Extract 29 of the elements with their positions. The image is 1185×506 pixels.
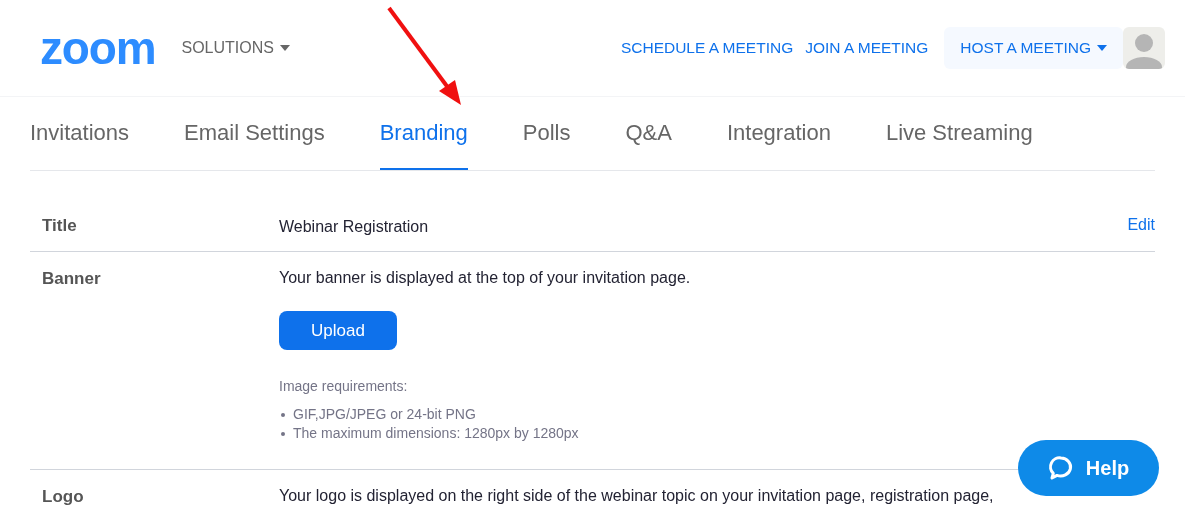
tab[interactable]: Live Streaming: [885, 97, 1033, 170]
tab[interactable]: Polls: [522, 97, 571, 170]
upload-button[interactable]: Upload: [279, 311, 397, 350]
bullet-icon: [281, 431, 285, 436]
field-label: Title: [41, 215, 78, 237]
logo[interactable]: zoom: [40, 25, 156, 71]
tab[interactable]: Invitations: [30, 97, 130, 170]
solutions-menu[interactable]: SOLUTIONS: [181, 36, 290, 60]
help-button[interactable]: Help: [1018, 440, 1159, 496]
requirements-heading: Image requirements:: [279, 377, 409, 396]
nav-link[interactable]: JOIN A MEETING: [805, 36, 929, 60]
description-text: Your logo is displayed on the right side of the webinar topic on your invitation page, registration page,: [279, 486, 995, 506]
requirement-text: The maximum dimensions: 1280px by 1280px: [293, 424, 579, 443]
edit-link[interactable]: Edit: [1127, 213, 1155, 239]
chat-bubble-icon: [1047, 455, 1074, 481]
field-label: Logo: [41, 486, 85, 506]
description-text: Your banner is displayed at the top of your invitation page.: [279, 268, 692, 288]
field-value: Webinar Registration: [279, 217, 429, 237]
bullet-icon: [281, 412, 285, 417]
tab[interactable]: Q&A: [625, 97, 672, 170]
field-label: Banner: [41, 268, 102, 290]
requirement-text: GIF,JPG/JPEG or 24-bit PNG: [293, 405, 476, 424]
caret-icon: [1097, 45, 1107, 51]
host-meeting-menu[interactable]: HOST A MEETING: [944, 27, 1123, 69]
tab[interactable]: Integration: [726, 97, 831, 170]
nav-link[interactable]: SCHEDULE A MEETING: [620, 36, 794, 60]
caret-icon: [279, 45, 290, 51]
avatar-icon[interactable]: [1123, 27, 1165, 69]
tab[interactable]: Email Settings: [184, 97, 325, 170]
